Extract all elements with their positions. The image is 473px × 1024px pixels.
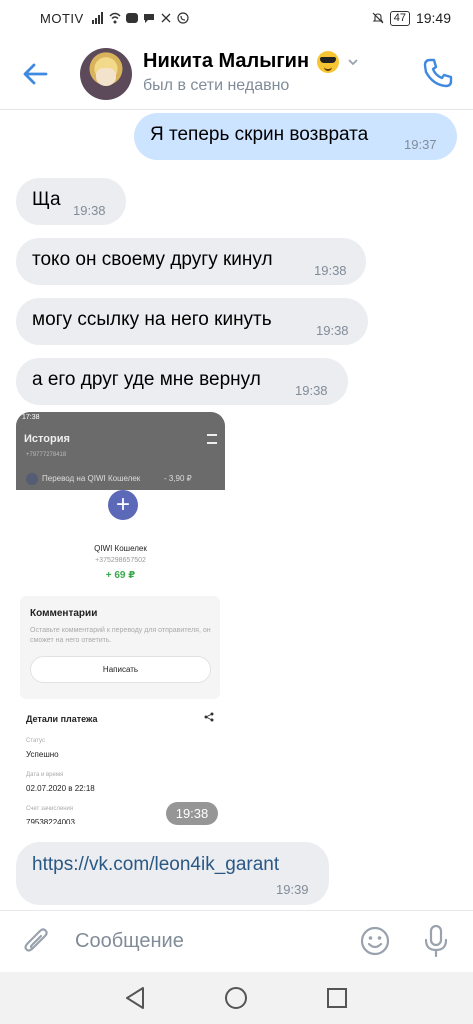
screenshot-history-title: История	[24, 433, 70, 445]
chevron-down-icon	[348, 58, 358, 65]
microphone-icon[interactable]	[423, 924, 449, 958]
screenshot-dimmed-header: 17:38 История +79777278418 Перевод на QI…	[16, 412, 225, 490]
emoji-smile-icon[interactable]	[359, 925, 391, 957]
chat-title[interactable]: Никита Малыгин был в сети недавно	[143, 50, 359, 95]
message-bubble-incoming[interactable]: а его друг уде мне вернул 19:38	[16, 358, 348, 405]
screenshot-account-value: 79538224003	[26, 818, 75, 824]
viber-icon	[177, 12, 189, 24]
screenshot-wallet-phone: +375298657502	[95, 557, 146, 564]
vk-notification-icon	[125, 13, 138, 23]
message-bubble-incoming[interactable]: токо он своему другу кинул 19:38	[16, 238, 366, 285]
status-bar: MOTIV 47 19:49	[0, 0, 473, 36]
message-text: токо он своему другу кинул	[32, 249, 273, 270]
share-icon	[204, 712, 214, 722]
screenshot-status-label: Статус	[26, 738, 45, 744]
message-time: 19:38	[316, 323, 349, 338]
message-bubble-link[interactable]: https://vk.com/leon4ik_garant 19:39	[16, 842, 329, 905]
status-right: 47 19:49	[372, 10, 451, 26]
screenshot-account-label: Счет зачисления	[26, 806, 74, 812]
nav-back-icon[interactable]	[124, 986, 146, 1010]
message-bubble-incoming[interactable]: могу ссылку на него кинуть 19:38	[16, 298, 368, 345]
screenshot-status-value: Успешно	[26, 750, 59, 759]
message-notification-icon	[143, 14, 154, 23]
mute-icon	[372, 12, 384, 24]
message-time: 19:38	[295, 383, 328, 398]
message-text: Ща	[32, 189, 61, 210]
screenshot-date-label: Дата и время	[26, 772, 64, 778]
screenshot-row-amount: - 3,90 ₽	[164, 474, 192, 483]
screenshot-row-transfer: Перевод на QIWI Кошелек	[42, 474, 141, 483]
message-bubble-incoming[interactable]: Ща 19:38	[16, 178, 126, 225]
screenshot-details-title: Детали платежа	[26, 714, 98, 724]
screenshot-comments-title: Комментарии	[30, 608, 98, 619]
chat-header: Никита Малыгин был в сети недавно	[0, 36, 473, 110]
attach-paperclip-icon[interactable]	[22, 925, 52, 957]
plus-icon: +	[108, 490, 138, 520]
image-attachment[interactable]: 17:38 История +79777278418 Перевод на QI…	[16, 412, 225, 824]
contact-name: Никита Малыгин	[143, 50, 310, 72]
nfc-icon	[161, 13, 171, 23]
screenshot-status-time: 17:38	[22, 414, 40, 421]
battery-indicator: 47	[389, 10, 410, 26]
avatar[interactable]	[80, 48, 132, 100]
system-nav-bar	[0, 972, 473, 1024]
message-bubble-outgoing[interactable]: Я теперь скрин возврата 19:37	[134, 113, 457, 160]
screenshot-amount: + 69 ₽	[105, 570, 136, 581]
wifi-icon	[109, 12, 121, 24]
message-input[interactable]: Сообщение	[75, 930, 184, 953]
signal-icon	[91, 12, 103, 24]
screenshot-comments-desc: Оставьте комментарий к переводу для отпр…	[30, 627, 211, 644]
sunglasses-emoji-icon	[317, 50, 340, 73]
phone-call-icon[interactable]	[421, 56, 455, 90]
last-seen-status: был в сети недавно	[143, 77, 290, 94]
screenshot-date-value: 02.07.2020 в 22:18	[26, 784, 95, 793]
message-text: могу ссылку на него кинуть	[32, 309, 272, 330]
message-time: 19:37	[404, 137, 437, 152]
message-time: 19:39	[276, 882, 309, 897]
screenshot-write-button: Написать	[30, 656, 211, 683]
nav-recent-apps-icon[interactable]	[326, 987, 348, 1009]
screenshot-row-top: +79777278418	[26, 452, 67, 458]
wallet-dot-icon	[26, 473, 38, 485]
carrier-name: MOTIV	[40, 10, 84, 26]
screenshot-wallet-name: QIWI Кошелек	[94, 544, 147, 553]
back-arrow-icon[interactable]	[20, 58, 52, 90]
nav-home-icon[interactable]	[224, 986, 248, 1010]
message-text: а его друг уде мне вернул	[32, 369, 261, 390]
message-composer: Сообщение	[0, 910, 473, 972]
image-time-badge: 19:38	[166, 802, 218, 825]
status-time: 19:49	[415, 10, 451, 26]
message-text: Я теперь скрин возврата	[150, 124, 369, 145]
message-time: 19:38	[314, 263, 347, 278]
screenshot-payment-card: + QIWI Кошелек +375298657502 + 69 ₽ Комм…	[16, 490, 225, 824]
filter-icon	[207, 434, 217, 444]
status-icons	[91, 12, 189, 24]
message-time: 19:38	[73, 203, 106, 218]
message-link[interactable]: https://vk.com/leon4ik_garant	[32, 854, 279, 876]
screenshot-comments-block: Комментарии Оставьте комментарий к перев…	[20, 596, 220, 699]
